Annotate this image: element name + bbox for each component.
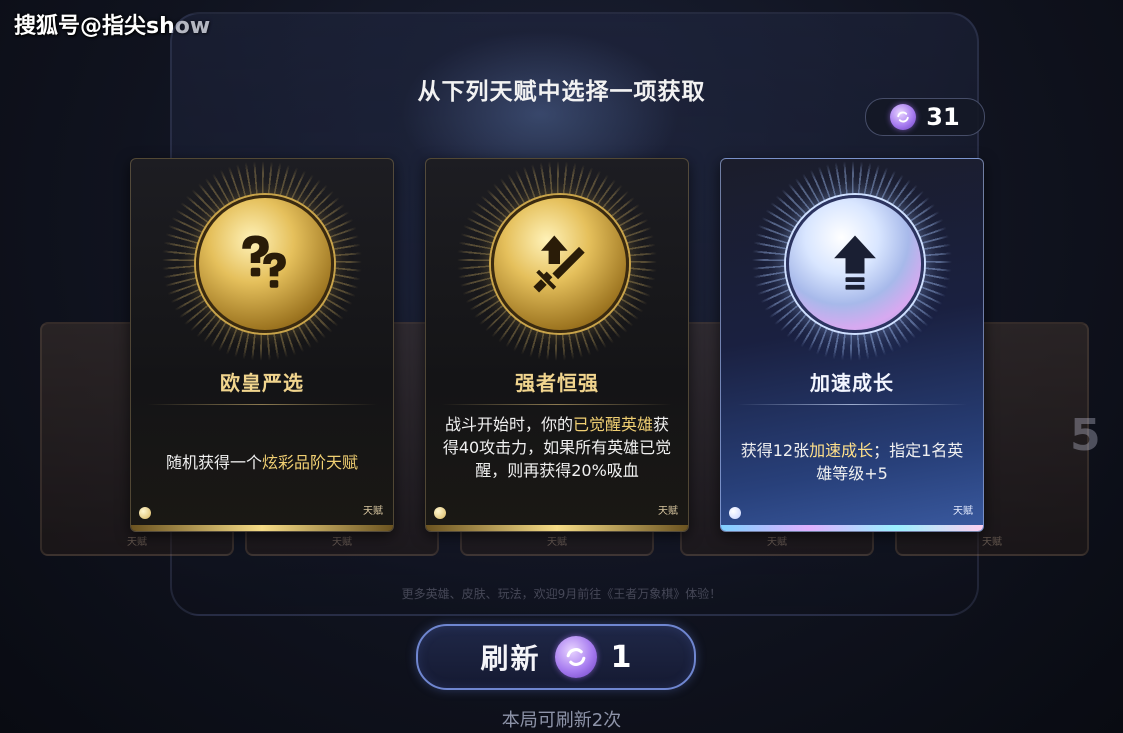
refresh-label: 刷新 xyxy=(480,642,541,675)
desc-highlight: 炫彩品阶天赋 xyxy=(262,453,359,472)
talent-card-3[interactable]: 加速成长 获得12张加速成长；指定1名英雄等级+5 天赋 xyxy=(720,158,984,532)
swirl-coin-icon xyxy=(890,104,917,130)
sword-arrow-icon xyxy=(491,195,629,333)
background-card-tag: 天赋 xyxy=(982,537,1002,548)
card-name: 强者恒强 xyxy=(515,371,599,395)
desc-highlight: 加速成长 xyxy=(809,441,874,460)
card-dot-icon xyxy=(139,507,151,519)
desc-text: 获得12张 xyxy=(740,441,810,460)
background-card-tag: 天赋 xyxy=(767,537,787,548)
card-divider xyxy=(147,404,377,405)
refresh-button[interactable]: 刷新 1 xyxy=(416,624,696,690)
currency-counter: 31 xyxy=(865,98,985,136)
swirl-coin-icon xyxy=(554,636,597,678)
card-description: 战斗开始时，你的已觉醒英雄获得40攻击力，如果所有英雄已觉醒，则再获得20%吸血 xyxy=(440,413,674,482)
card-description: 随机获得一个炫彩品阶天赋 xyxy=(145,451,379,474)
background-number: 5 xyxy=(1070,410,1101,461)
desc-text: 战斗开始时，你的 xyxy=(444,415,573,434)
card-dot-icon xyxy=(729,507,741,519)
background-card-tag: 天赋 xyxy=(332,537,352,548)
talent-card-2[interactable]: 强者恒强 战斗开始时，你的已觉醒英雄获得40攻击力，如果所有英雄已觉醒，则再获得… xyxy=(425,158,689,532)
background-caption: 更多英雄、皮肤、玩法，欢迎9月前往《王者万象棋》体验！ xyxy=(401,587,722,601)
currency-amount: 31 xyxy=(926,103,960,131)
question-marks-icon xyxy=(196,195,334,333)
card-name: 加速成长 xyxy=(810,371,894,395)
refresh-cost: 1 xyxy=(610,639,632,675)
desc-highlight: 已觉醒英雄 xyxy=(572,415,653,434)
card-dot-icon xyxy=(434,507,446,519)
desc-text: 随机获得一个 xyxy=(165,453,262,472)
background-card-tag: 天赋 xyxy=(127,537,147,548)
refresh-remaining-note: 本局可刷新2次 xyxy=(501,710,622,731)
card-divider xyxy=(442,404,672,405)
background-card-tag: 天赋 xyxy=(547,537,567,548)
card-tag: 天赋 xyxy=(953,506,973,517)
card-description: 获得12张加速成长；指定1名英雄等级+5 xyxy=(735,439,969,485)
up-arrow-icon xyxy=(786,195,924,333)
card-name: 欧皇严选 xyxy=(220,371,304,395)
card-tag: 天赋 xyxy=(658,506,678,517)
card-tag: 天赋 xyxy=(363,506,383,517)
talent-card-1[interactable]: 欧皇严选 随机获得一个炫彩品阶天赋 天赋 xyxy=(130,158,394,532)
card-divider xyxy=(737,404,967,405)
